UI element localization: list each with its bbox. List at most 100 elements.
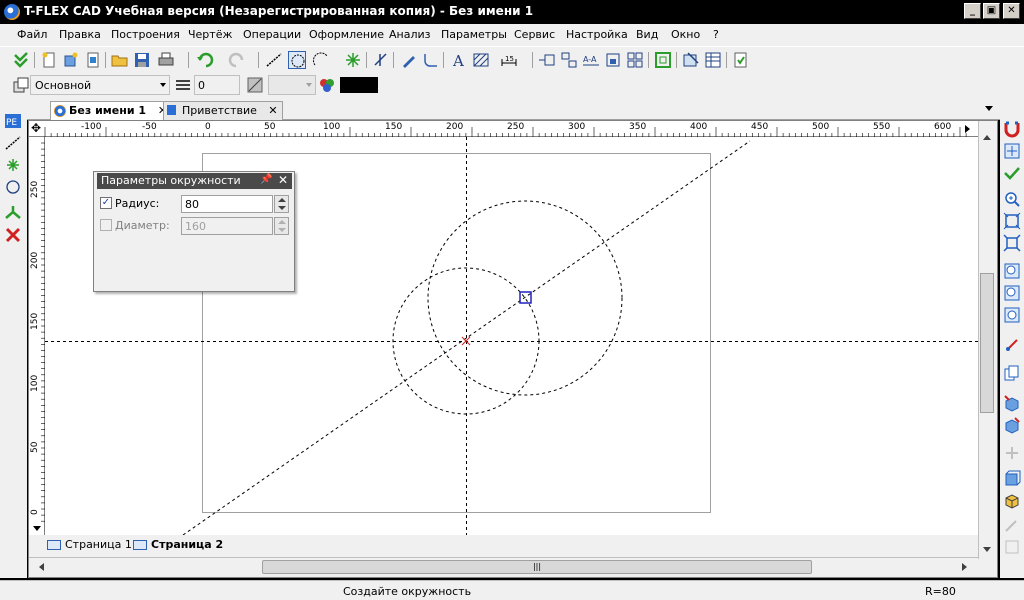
menu-help[interactable]: ? [713,28,719,41]
scroll-up-icon[interactable] [983,135,991,140]
properties-icon[interactable] [682,51,700,69]
circle-tool-icon[interactable] [288,51,306,69]
diameter-checkbox[interactable] [100,219,112,231]
pin-icon[interactable]: 📌 [260,174,272,186]
scroll-right-icon[interactable] [962,563,967,571]
layer-select[interactable]: Основной [30,75,170,95]
close-icon[interactable]: ✕ [278,173,288,187]
dimension-tool-icon[interactable]: 15 [500,51,518,69]
hatch-tool-icon[interactable] [472,51,490,69]
menu-view[interactable]: Вид [636,28,658,41]
menu-window[interactable]: Окно [671,28,700,41]
zoom-in-icon[interactable] [1003,190,1021,208]
cube-shaded-icon[interactable] [1003,492,1021,510]
object-snap-icon[interactable] [1003,142,1021,160]
cancel-icon[interactable] [4,226,22,244]
vertical-scroll-thumb[interactable] [980,273,994,413]
diameter-input[interactable]: 160 [181,217,273,235]
node-tool-icon[interactable] [344,51,362,69]
open-folder-icon[interactable] [111,51,129,69]
radius-input[interactable]: 80 [181,195,273,213]
radius-stepper[interactable] [274,195,289,213]
line-style-icon[interactable] [246,76,264,94]
close-tab-icon[interactable]: ✕ [268,104,277,117]
tab-page-1[interactable]: Страница 1 [47,538,132,551]
confirm-icon[interactable] [12,51,30,69]
close-window-button[interactable]: ✕ [1003,3,1020,19]
menu-analysis[interactable]: Анализ [389,28,431,41]
zoom-page-icon[interactable] [1003,306,1021,324]
menu-file[interactable]: Файл [17,28,47,41]
pan-icon[interactable] [1003,336,1021,354]
print-icon[interactable] [157,51,175,69]
move-origin-icon[interactable]: ✥ [31,122,44,135]
line-tool-icon[interactable] [265,51,283,69]
check-icon[interactable] [1003,164,1021,182]
line-tool-icon[interactable] [4,134,22,152]
color-swatch[interactable] [340,77,378,93]
disabled-tool-icon[interactable] [1003,444,1021,462]
grid-view-icon[interactable] [626,51,644,69]
save-icon[interactable] [133,51,151,69]
zoom-previous-icon[interactable] [1003,284,1021,302]
radius-checkbox[interactable]: ✓ [100,197,112,209]
vertical-scrollbar[interactable] [978,121,996,559]
diameter-stepper[interactable] [274,217,289,235]
parameters-panel-icon[interactable]: PE [4,112,22,130]
copy-icon[interactable] [1003,364,1021,382]
fragment-icon[interactable] [538,51,556,69]
layers-icon[interactable] [12,76,30,94]
scroll-left-icon[interactable] [39,563,44,571]
zoom-out-icon[interactable] [1003,262,1021,280]
scroll-down-icon[interactable] [983,547,991,552]
level-stepper[interactable]: 0 [194,75,240,95]
text-style-icon[interactable]: A-A [582,51,600,69]
magnet-icon[interactable] [1003,120,1021,138]
page-frame-icon[interactable] [654,51,672,69]
menu-service[interactable]: Сервис [514,28,555,41]
tabs-menu-icon[interactable] [985,106,993,111]
disabled-frame-icon[interactable] [1003,538,1021,556]
tab-page-2[interactable]: Страница 2 [133,538,223,551]
undo-icon[interactable] [196,51,214,69]
node-tool-icon[interactable] [4,156,22,174]
zoom-window-icon[interactable] [1003,212,1021,230]
tab-document[interactable]: Без имени 1 ✕ [50,101,173,120]
new-document-icon[interactable] [40,51,58,69]
ruler-scroll-down-icon[interactable] [33,526,41,531]
redo-icon[interactable] [228,51,246,69]
horizontal-scroll-thumb[interactable]: ||| [262,560,812,574]
circle-tool-icon[interactable] [4,178,22,196]
snap-icon[interactable] [4,204,22,222]
trim-tool-icon[interactable] [372,51,390,69]
arc-tool-icon[interactable] [312,51,330,69]
view-icon[interactable] [604,51,622,69]
table-icon[interactable] [704,51,722,69]
menu-settings[interactable]: Настройка [566,28,628,41]
regenerate-icon[interactable] [732,51,750,69]
line-type-select[interactable] [268,75,316,95]
zoom-extents-icon[interactable] [1003,234,1021,252]
disabled-pen-icon[interactable] [1003,516,1021,534]
fillet-tool-icon[interactable] [422,51,440,69]
menu-drawing[interactable]: Чертёж [188,28,232,41]
new-template-icon[interactable] [84,51,102,69]
tab-welcome[interactable]: Приветствие ✕ [163,101,283,120]
3d-view-icon[interactable] [1003,394,1021,412]
cube-icon[interactable] [1003,470,1021,488]
text-tool-icon[interactable]: A [450,51,468,69]
minimize-button[interactable]: _ [964,3,981,19]
menu-edit[interactable]: Правка [59,28,101,41]
maximize-button[interactable]: ▣ [983,3,1000,19]
preview-circle[interactable] [427,200,623,396]
ruler-scroll-right-icon[interactable] [965,125,970,133]
menu-format[interactable]: Оформление [309,28,384,41]
menu-parameters[interactable]: Параметры [441,28,507,41]
assembly-icon[interactable] [560,51,578,69]
color-palette-icon[interactable] [318,76,336,94]
menu-construct[interactable]: Построения [111,28,180,41]
new-3d-icon[interactable] [62,51,80,69]
horizontal-scrollbar[interactable]: ||| [29,557,978,576]
3d-rotate-icon[interactable] [1003,416,1021,434]
menu-operations[interactable]: Операции [243,28,301,41]
